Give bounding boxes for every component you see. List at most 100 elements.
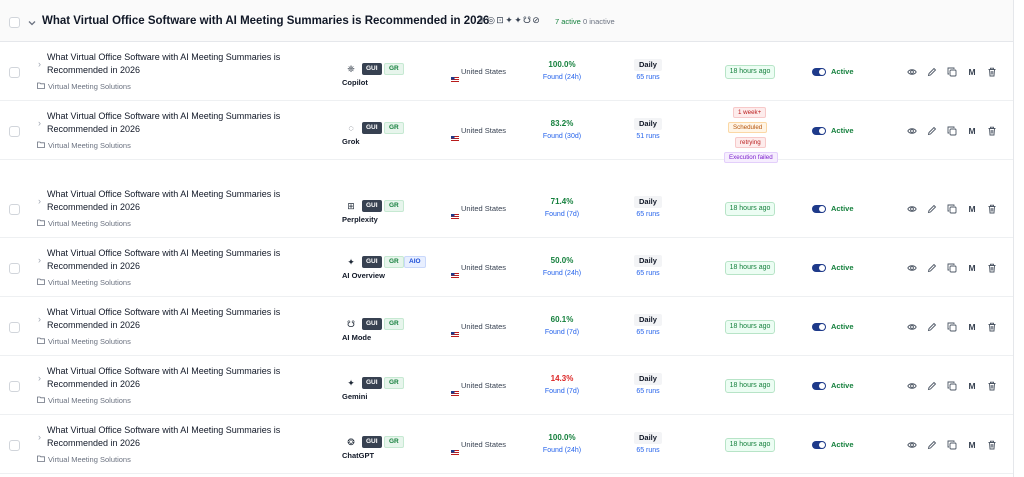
query-title[interactable]: What Virtual Office Software with AI Mee… xyxy=(47,247,292,273)
active-toggle[interactable] xyxy=(812,381,826,390)
status-badge: retrying xyxy=(735,136,766,148)
pencil-icon[interactable] xyxy=(927,204,937,214)
runs-link[interactable]: 51 runs xyxy=(628,133,668,140)
active-toggle[interactable] xyxy=(812,440,826,449)
table-row[interactable]: › What Virtual Office Software with AI Me… xyxy=(0,297,1013,356)
trash-icon[interactable] xyxy=(987,263,997,273)
folder-label[interactable]: Virtual Meeting Solutions xyxy=(37,82,131,91)
folder-label[interactable]: Virtual Meeting Solutions xyxy=(37,219,131,228)
pencil-icon[interactable] xyxy=(927,381,937,391)
eye-icon[interactable] xyxy=(907,204,917,214)
eye-icon[interactable] xyxy=(907,126,917,136)
engine-icon: ⊡ xyxy=(496,15,504,25)
copy-icon[interactable] xyxy=(947,67,957,77)
pencil-icon[interactable] xyxy=(927,440,937,450)
trash-icon[interactable] xyxy=(987,440,997,450)
folder-label[interactable]: Virtual Meeting Solutions xyxy=(37,278,131,287)
copy-icon[interactable] xyxy=(947,322,957,332)
table-row[interactable]: › What Virtual Office Software with AI Me… xyxy=(0,42,1013,101)
row-select-checkbox[interactable] xyxy=(9,125,20,137)
folder-label[interactable]: Virtual Meeting Solutions xyxy=(37,396,131,405)
query-title[interactable]: What Virtual Office Software with AI Mee… xyxy=(47,188,292,214)
monitor-m-button[interactable]: M xyxy=(967,440,977,450)
found-link[interactable]: Found (24h) xyxy=(522,270,602,277)
folder-label[interactable]: Virtual Meeting Solutions xyxy=(37,141,131,150)
trash-icon[interactable] xyxy=(987,204,997,214)
table-row[interactable]: › What Virtual Office Software with AI Me… xyxy=(0,415,1013,474)
row-select-checkbox[interactable] xyxy=(9,203,20,215)
trash-icon[interactable] xyxy=(987,126,997,136)
found-link[interactable]: Found (7d) xyxy=(522,329,602,336)
expand-row-icon[interactable]: › xyxy=(38,59,41,69)
group-title: What Virtual Office Software with AI Mee… xyxy=(42,15,490,27)
row-select-checkbox[interactable] xyxy=(9,380,20,392)
monitor-m-button[interactable]: M xyxy=(967,322,977,332)
query-title[interactable]: What Virtual Office Software with AI Mee… xyxy=(47,110,292,136)
trash-icon[interactable] xyxy=(987,322,997,332)
eye-icon[interactable] xyxy=(907,67,917,77)
monitor-m-button[interactable]: M xyxy=(967,67,977,77)
query-title[interactable]: What Virtual Office Software with AI Mee… xyxy=(47,365,292,391)
pencil-icon[interactable] xyxy=(927,67,937,77)
active-toggle[interactable] xyxy=(812,322,826,331)
folder-label[interactable]: Virtual Meeting Solutions xyxy=(37,337,131,346)
active-toggle[interactable] xyxy=(812,204,826,213)
eye-icon[interactable] xyxy=(907,440,917,450)
copy-icon[interactable] xyxy=(947,381,957,391)
runs-link[interactable]: 65 runs xyxy=(628,388,668,395)
query-title[interactable]: What Virtual Office Software with AI Mee… xyxy=(47,424,292,450)
expand-row-icon[interactable]: › xyxy=(38,432,41,442)
row-select-checkbox[interactable] xyxy=(9,439,20,451)
copy-icon[interactable] xyxy=(947,440,957,450)
runs-link[interactable]: 65 runs xyxy=(628,74,668,81)
group-select-checkbox[interactable] xyxy=(9,17,20,28)
runs-link[interactable]: 65 runs xyxy=(628,447,668,454)
active-toggle[interactable] xyxy=(812,126,826,135)
pencil-icon[interactable] xyxy=(927,126,937,136)
engine-name: Gemini xyxy=(342,391,368,401)
trash-icon[interactable] xyxy=(987,67,997,77)
chevron-down-icon[interactable] xyxy=(27,15,37,26)
found-link[interactable]: Found (30d) xyxy=(522,133,602,140)
active-toggle[interactable] xyxy=(812,263,826,272)
copy-icon[interactable] xyxy=(947,126,957,136)
query-title[interactable]: What Virtual Office Software with AI Mee… xyxy=(47,51,292,77)
trash-icon[interactable] xyxy=(987,381,997,391)
expand-row-icon[interactable]: › xyxy=(38,255,41,265)
copy-icon[interactable] xyxy=(947,263,957,273)
pencil-icon[interactable] xyxy=(927,322,937,332)
found-link[interactable]: Found (7d) xyxy=(522,388,602,395)
table-row[interactable]: › What Virtual Office Software with AI Me… xyxy=(0,101,1013,163)
runs-link[interactable]: 65 runs xyxy=(628,211,668,218)
expand-row-icon[interactable]: › xyxy=(38,118,41,128)
table-row[interactable]: › What Virtual Office Software with AI Me… xyxy=(0,179,1013,238)
eye-icon[interactable] xyxy=(907,322,917,332)
folder-label[interactable]: Virtual Meeting Solutions xyxy=(37,455,131,464)
badge-gr: GR xyxy=(384,317,404,330)
monitor-m-button[interactable]: M xyxy=(967,126,977,136)
row-select-checkbox[interactable] xyxy=(9,262,20,274)
runs-link[interactable]: 65 runs xyxy=(628,329,668,336)
us-flag-icon xyxy=(451,128,459,141)
active-toggle[interactable] xyxy=(812,67,826,76)
monitor-m-button[interactable]: M xyxy=(967,263,977,273)
runs-link[interactable]: 65 runs xyxy=(628,270,668,277)
eye-icon[interactable] xyxy=(907,381,917,391)
table-row[interactable]: › What Virtual Office Software with AI Me… xyxy=(0,238,1013,297)
query-title[interactable]: What Virtual Office Software with AI Mee… xyxy=(47,306,292,332)
found-link[interactable]: Found (7d) xyxy=(522,211,602,218)
found-link[interactable]: Found (24h) xyxy=(522,74,602,81)
expand-row-icon[interactable]: › xyxy=(38,314,41,324)
monitor-m-button[interactable]: M xyxy=(967,204,977,214)
table-row[interactable]: › What Virtual Office Software with AI Me… xyxy=(0,356,1013,415)
pencil-icon[interactable] xyxy=(927,263,937,273)
last-run-badge: 18 hours ago xyxy=(725,378,775,393)
expand-row-icon[interactable]: › xyxy=(38,196,41,206)
row-select-checkbox[interactable] xyxy=(9,66,20,78)
eye-icon[interactable] xyxy=(907,263,917,273)
monitor-m-button[interactable]: M xyxy=(967,381,977,391)
copy-icon[interactable] xyxy=(947,204,957,214)
found-link[interactable]: Found (24h) xyxy=(522,447,602,454)
row-select-checkbox[interactable] xyxy=(9,321,20,333)
expand-row-icon[interactable]: › xyxy=(38,373,41,383)
